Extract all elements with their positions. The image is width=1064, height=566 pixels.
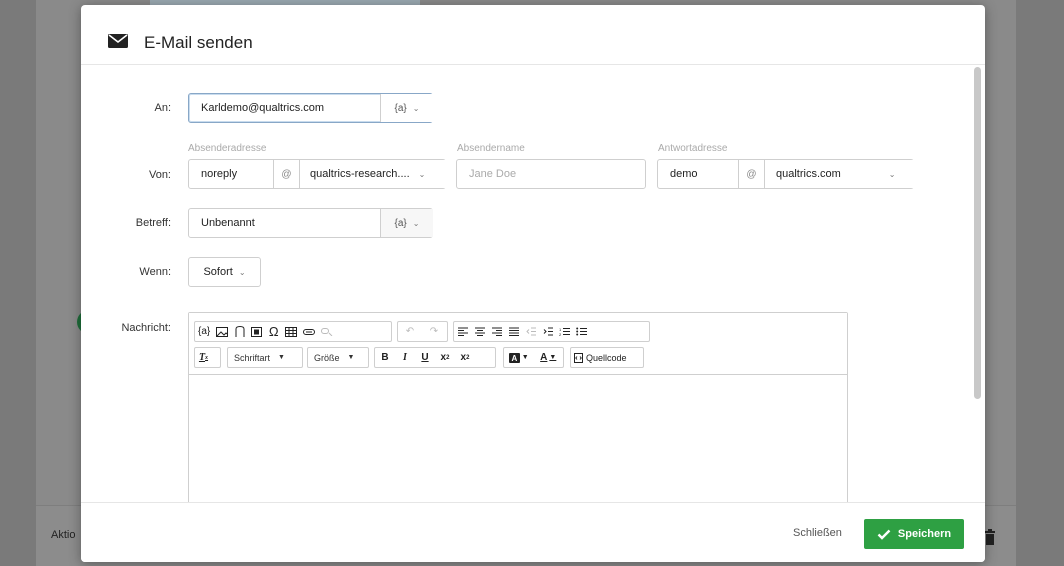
toolbar-style-group: B I U x2 x2: [374, 347, 496, 368]
sender-name-input[interactable]: Jane Doe: [456, 159, 646, 189]
caret-down-icon: ▼: [347, 354, 355, 361]
underline-icon[interactable]: U: [415, 348, 435, 367]
sender-address-field[interactable]: noreply @ qualtrics-research.... ⌄: [188, 159, 446, 189]
font-family-select[interactable]: Schriftart ▼: [227, 347, 303, 368]
piped-text-label: {a}: [394, 102, 407, 114]
align-justify-icon[interactable]: [505, 322, 522, 341]
dialog-header: E-Mail senden: [81, 5, 985, 65]
toolbar-history-group: ↶ ↷: [397, 321, 448, 342]
envelope-icon: [108, 34, 128, 48]
reply-to-local-input[interactable]: demo: [658, 168, 738, 180]
subject-piped-text-button[interactable]: {a} ⌄: [380, 209, 433, 237]
table-icon[interactable]: [282, 322, 300, 341]
reply-to-domain-select[interactable]: qualtrics.com ⌄: [764, 160, 914, 188]
italic-icon[interactable]: I: [395, 348, 415, 367]
to-field[interactable]: Karldemo@qualtrics.com {a} ⌄: [188, 93, 433, 123]
video-icon[interactable]: [248, 322, 265, 341]
when-label: Wenn:: [139, 266, 171, 278]
close-button[interactable]: Schließen: [793, 527, 842, 539]
at-sign: @: [273, 160, 299, 188]
unlink-icon[interactable]: [318, 322, 336, 341]
subscript-icon[interactable]: x2: [435, 348, 455, 367]
sender-address-label: Absenderadresse: [188, 143, 267, 154]
numbered-list-icon[interactable]: 12: [556, 322, 573, 341]
to-label: An:: [154, 102, 171, 114]
trash-icon: [985, 529, 995, 545]
message-editor[interactable]: {a} Ω ↶ ↷ 1 2 T x Schriftart ▼ Größe ▼ B…: [188, 312, 848, 512]
align-left-icon[interactable]: [454, 322, 471, 341]
source-code-label: Quellcode: [586, 352, 627, 363]
svg-text:2: 2: [559, 332, 562, 336]
text-color-icon[interactable]: A ▼: [534, 348, 564, 367]
at-sign: @: [738, 160, 764, 188]
toolbar-insert-group: {a} Ω: [194, 321, 392, 342]
to-field-value: Karldemo@qualtrics.com: [201, 102, 325, 114]
caret-down-icon: ▼: [278, 354, 285, 361]
indent-icon[interactable]: [539, 322, 556, 341]
subject-label: Betreff:: [135, 217, 171, 229]
bold-icon[interactable]: B: [375, 348, 395, 367]
font-size-label: Größe: [314, 352, 340, 363]
svg-text:A: A: [511, 354, 517, 363]
chevron-down-icon: ⌄: [238, 267, 246, 277]
send-email-dialog: E-Mail senden An: Karldemo@qualtrics.com…: [81, 5, 985, 562]
subject-value: Unbenannt: [201, 217, 255, 229]
when-value: Sofort: [203, 266, 233, 278]
toolbar-color-group: A ▼ A ▼: [503, 347, 564, 368]
save-button[interactable]: Speichern: [864, 519, 964, 549]
chevron-down-icon: ⌄: [888, 169, 896, 179]
outdent-icon[interactable]: [522, 322, 539, 341]
reply-to-field[interactable]: demo @ qualtrics.com ⌄: [657, 159, 914, 189]
source-code-icon: [574, 352, 583, 363]
sender-name-label: Absendername: [457, 143, 525, 154]
editor-content-area[interactable]: [189, 375, 847, 513]
to-piped-text-button[interactable]: {a} ⌄: [380, 94, 433, 122]
bulleted-list-icon[interactable]: [573, 322, 590, 341]
editor-toolbar: {a} Ω ↶ ↷ 1 2 T x Schriftart ▼ Größe ▼ B…: [189, 313, 847, 375]
align-right-icon[interactable]: [488, 322, 505, 341]
toolbar-alignment-group: 12: [453, 321, 650, 342]
piped-text-label: {a}: [394, 217, 407, 229]
message-label: Nachricht:: [121, 322, 171, 334]
sender-name-placeholder: Jane Doe: [469, 168, 517, 180]
image-icon[interactable]: [213, 322, 231, 341]
remove-format-icon[interactable]: Tx: [195, 348, 212, 367]
chevron-down-icon: ⌄: [418, 169, 426, 179]
sender-domain-value: qualtrics-research....: [310, 168, 410, 180]
checkmark-icon: [877, 529, 891, 540]
undo-icon[interactable]: ↶: [398, 322, 422, 341]
special-character-icon[interactable]: Ω: [265, 322, 282, 341]
sender-local-input[interactable]: noreply: [189, 168, 273, 180]
dialog-scrollbar-thumb[interactable]: [974, 67, 981, 399]
source-code-button[interactable]: Quellcode: [570, 347, 644, 368]
save-button-label: Speichern: [897, 528, 952, 540]
chevron-down-icon: ⌄: [412, 103, 420, 113]
background-actions-label: Aktio: [51, 529, 76, 541]
dialog-footer: Schließen Speichern: [81, 502, 985, 562]
link-icon[interactable]: [300, 322, 318, 341]
font-family-label: Schriftart: [234, 352, 271, 363]
toolbar-clear-group: Tx: [194, 347, 221, 368]
align-center-icon[interactable]: [471, 322, 488, 341]
background-color-icon[interactable]: A ▼: [504, 348, 534, 367]
redo-icon[interactable]: ↷: [422, 322, 446, 341]
when-select[interactable]: Sofort ⌄: [188, 257, 261, 287]
sender-domain-select[interactable]: qualtrics-research.... ⌄: [299, 160, 446, 188]
from-label: Von:: [148, 169, 171, 181]
font-size-select[interactable]: Größe ▼: [307, 347, 369, 368]
chevron-down-icon: ⌄: [412, 218, 420, 228]
reply-to-label: Antwortadresse: [658, 143, 728, 154]
subject-field[interactable]: Unbenannt {a} ⌄: [188, 208, 433, 238]
piped-text-button[interactable]: {a}: [195, 322, 213, 341]
file-icon[interactable]: [231, 322, 248, 341]
superscript-icon[interactable]: x2: [455, 348, 475, 367]
dialog-title: E-Mail senden: [144, 33, 253, 52]
reply-to-domain-value: qualtrics.com: [776, 168, 841, 180]
